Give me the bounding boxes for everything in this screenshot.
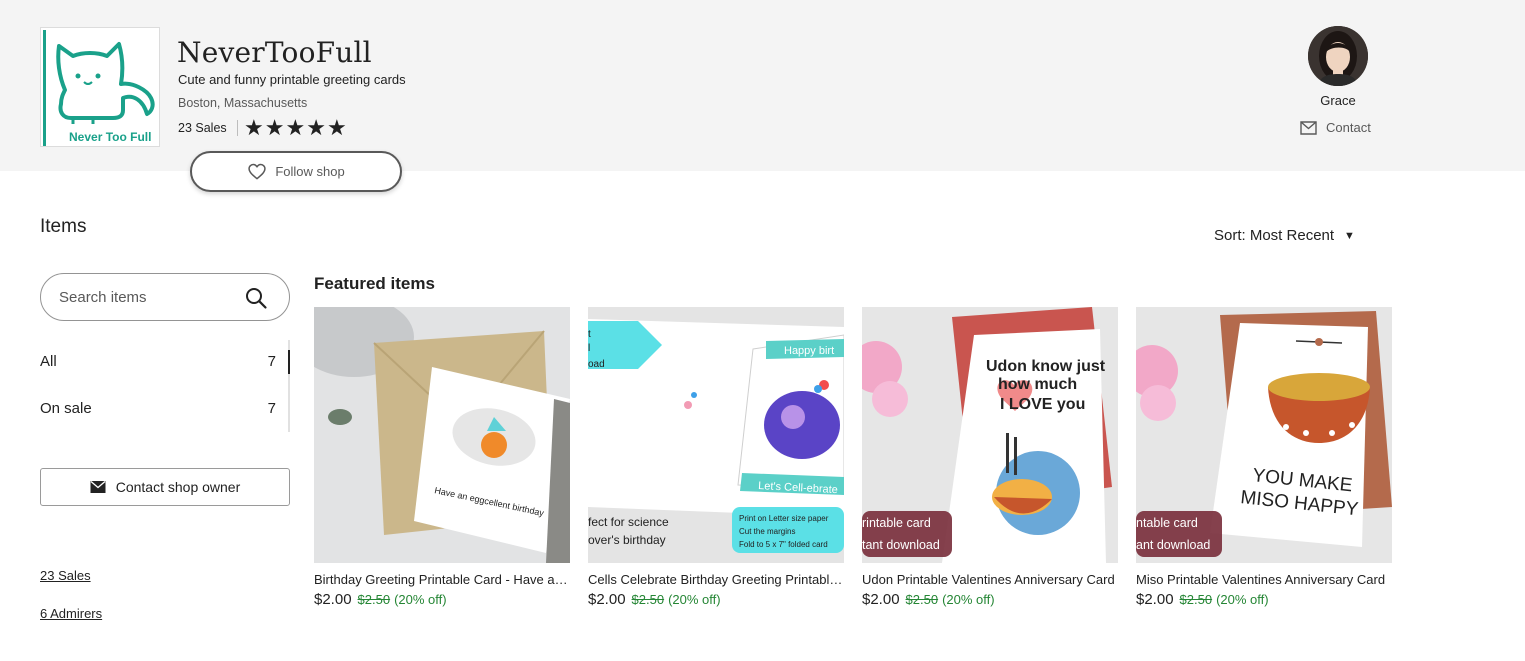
product-title[interactable]: Birthday Greeting Printable Card - Have … [314, 572, 570, 587]
price-row: $2.00 $2.50 (20% off) [1136, 591, 1392, 608]
card-image-text: t [588, 329, 591, 340]
heart-icon [248, 163, 266, 179]
admirers-link[interactable]: 6 Admirers [40, 606, 102, 621]
contact-label: Contact [1326, 120, 1371, 135]
card-image-text: ant download [1136, 538, 1210, 552]
discount-label: (20% off) [668, 592, 721, 607]
discount-label: (20% off) [942, 592, 995, 607]
shop-sales-count[interactable]: 23 Sales [178, 121, 227, 135]
card-image-text: oad [588, 359, 605, 370]
sales-link[interactable]: 23 Sales [40, 568, 91, 583]
shop-logo-text: Never Too Full [69, 130, 152, 144]
sale-price: $2.00 [314, 591, 352, 608]
follow-shop-label: Follow shop [275, 164, 345, 179]
price-row: $2.00 $2.50 (20% off) [862, 591, 1118, 608]
discount-label: (20% off) [1216, 592, 1269, 607]
product-card[interactable]: Udon know just how much I LOVE you rinta… [862, 307, 1118, 608]
miso-card-image: YOU MAKE MISO HAPPY ntable card ant down… [1136, 307, 1392, 563]
section-list: All 7 On sale 7 [40, 338, 290, 432]
original-price: $2.50 [631, 592, 665, 607]
contact-shop-owner-button[interactable]: Contact shop owner [40, 468, 290, 506]
shop-location: Boston, Massachusetts [178, 96, 308, 110]
card-image-text: fect for science [588, 515, 669, 529]
product-title[interactable]: Udon Printable Valentines Anniversary Ca… [862, 572, 1118, 587]
shop-tagline: Cute and funny printable greeting cards [178, 72, 406, 87]
cells-card-image: t l oad Happy birt Let's Cell-ebrate fec… [588, 307, 844, 563]
owner-name[interactable]: Grace [1308, 93, 1368, 108]
sort-label: Sort: Most Recent [1214, 227, 1335, 244]
contact-shop-owner-label: Contact shop owner [115, 479, 241, 495]
envelope-icon [90, 481, 106, 493]
sort-dropdown[interactable]: Sort: Most Recent ▼ [1214, 227, 1355, 244]
card-image-text: rintable card [862, 516, 931, 530]
owner-avatar[interactable] [1308, 26, 1368, 86]
product-image[interactable]: Have an eggcellent birthday [314, 307, 570, 563]
card-image-text: Udon know just [986, 358, 1106, 375]
product-image[interactable]: t l oad Happy birt Let's Cell-ebrate fec… [588, 307, 844, 563]
section-count: 7 [267, 353, 276, 370]
shop-logo-image: Never Too Full [43, 30, 159, 146]
section-item-on-sale[interactable]: On sale 7 [40, 385, 290, 432]
card-image-text: I LOVE you [1000, 396, 1085, 413]
product-image[interactable]: YOU MAKE MISO HAPPY ntable card ant down… [1136, 307, 1392, 563]
card-image-text: tant download [862, 538, 940, 552]
search-input[interactable] [59, 288, 244, 306]
featured-items-heading: Featured items [314, 274, 435, 293]
sale-price: $2.00 [1136, 591, 1174, 608]
items-heading: Items [40, 216, 87, 237]
sale-price: $2.00 [862, 591, 900, 608]
egg-card-image: Have an eggcellent birthday [314, 307, 570, 563]
section-scrollbar-thumb[interactable] [288, 350, 290, 374]
card-image-text: ntable card [1136, 516, 1198, 530]
card-image-text: over's birthday [588, 533, 666, 547]
price-row: $2.00 $2.50 (20% off) [588, 591, 844, 608]
udon-card-image: Udon know just how much I LOVE you rinta… [862, 307, 1118, 563]
section-label: On sale [40, 400, 92, 417]
section-count: 7 [267, 400, 276, 417]
product-title[interactable]: Cells Celebrate Birthday Greeting Printa… [588, 572, 844, 587]
section-label: All [40, 353, 57, 370]
divider [237, 120, 238, 136]
product-card[interactable]: YOU MAKE MISO HAPPY ntable card ant down… [1136, 307, 1392, 608]
star-icon: ★ [285, 115, 306, 140]
contact-owner-link[interactable]: Contact [1300, 120, 1371, 135]
product-card[interactable]: t l oad Happy birt Let's Cell-ebrate fec… [588, 307, 844, 608]
original-price: $2.50 [1179, 592, 1213, 607]
price-row: $2.00 $2.50 (20% off) [314, 591, 570, 608]
shop-name: NeverTooFull [177, 36, 372, 69]
star-icon: ★ [306, 115, 326, 140]
star-icon: ★ [326, 115, 347, 140]
card-image-text: l [588, 343, 590, 354]
mail-icon [1300, 120, 1317, 135]
card-image-text: Print on Letter size paper [739, 514, 829, 523]
card-image-text: how much [998, 376, 1077, 393]
original-price: $2.50 [357, 592, 391, 607]
card-image-text: Fold to 5 x 7" folded card [739, 540, 828, 549]
follow-shop-button[interactable]: Follow shop [190, 151, 402, 192]
section-item-all[interactable]: All 7 [40, 338, 290, 385]
original-price: $2.50 [905, 592, 939, 607]
sale-price: $2.00 [588, 591, 626, 608]
caret-down-icon: ▼ [1344, 229, 1355, 242]
product-title[interactable]: Miso Printable Valentines Anniversary Ca… [1136, 572, 1392, 587]
star-icon: ★ [264, 115, 285, 140]
discount-label: (20% off) [394, 592, 447, 607]
search-icon[interactable] [244, 286, 268, 310]
search-items-box [40, 273, 290, 321]
star-icon: ★ [244, 115, 264, 140]
card-image-text: Happy birt [784, 345, 834, 357]
shop-rating[interactable]: ★ ★ ★ ★ ★ [244, 115, 347, 141]
card-image-text: Cut the margins [739, 527, 795, 536]
product-card[interactable]: Have an eggcellent birthday Birthday Gre… [314, 307, 570, 608]
product-image[interactable]: Udon know just how much I LOVE you rinta… [862, 307, 1118, 563]
shop-logo-accent [43, 30, 46, 146]
shop-logo[interactable]: Never Too Full [40, 27, 160, 147]
cat-logo-icon [56, 42, 155, 124]
avatar-image [1308, 26, 1368, 86]
